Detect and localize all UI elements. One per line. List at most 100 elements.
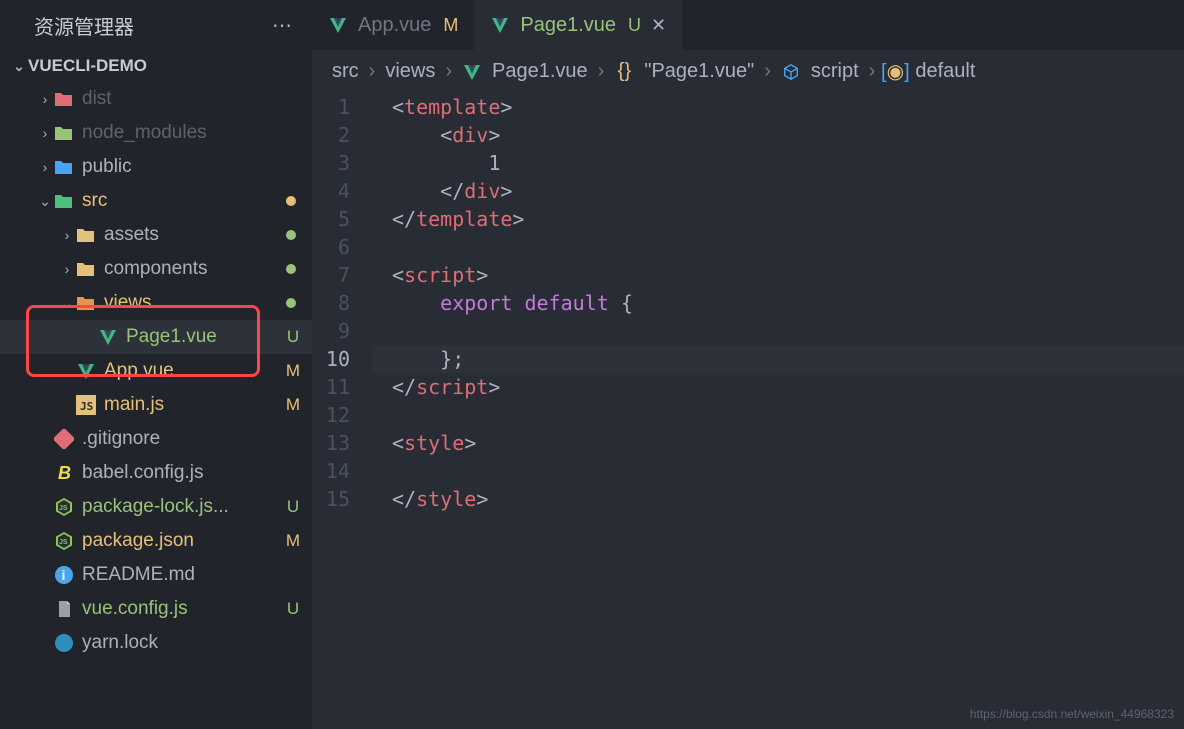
folder-components[interactable]: ›components [0,252,312,286]
chevron-down-icon: ⌄ [36,193,54,210]
git-icon [54,429,74,449]
folder-dist[interactable]: ›dist [0,82,312,116]
code-line[interactable] [372,317,1184,345]
close-icon[interactable]: ✕ [651,15,666,36]
brackets-icon: [◉] [885,62,905,82]
line-number: 10 [312,345,350,373]
file-babel-config-js[interactable]: Bbabel.config.js [0,456,312,490]
breadcrumb[interactable]: src›views›Page1.vue›{}"Page1.vue"›script… [312,50,1184,93]
file-package-lock-js-[interactable]: JSpackage-lock.js...U [0,490,312,524]
folder-src[interactable]: ⌄ src [0,184,312,218]
line-number: 4 [312,177,350,205]
item-label: node_modules [82,122,207,144]
code-content[interactable]: <template> <div> 1 </div></template> <sc… [372,93,1184,729]
line-number: 9 [312,317,350,345]
folder-yellow-icon [76,225,96,245]
code-line[interactable]: </style> [372,485,1184,513]
line-number: 15 [312,485,350,513]
folder-green-icon [54,123,74,143]
breadcrumb-item[interactable]: script [811,60,859,83]
watermark: https://blog.csdn.net/weixin_44968323 [970,707,1174,721]
line-number: 14 [312,457,350,485]
breadcrumb-item[interactable]: default [915,60,975,83]
code-line[interactable]: 1 [372,149,1184,177]
tab-page1-vue[interactable]: Page1.vueU✕ [474,0,682,50]
editor-area: App.vueMPage1.vueU✕ src › views › Page1.vue ›… [312,0,1184,729]
git-status: U [284,599,302,619]
file-page1-vue[interactable]: Page1.vueU [0,320,312,354]
code-line[interactable]: <div> [372,121,1184,149]
code-line[interactable]: <style> [372,429,1184,457]
git-dot [286,264,296,274]
line-number: 8 [312,289,350,317]
code-line[interactable]: export default { [372,289,1184,317]
svg-text:i: i [62,567,66,583]
tab-bar: App.vueMPage1.vueU✕ [312,0,1184,50]
cube-icon [781,62,801,82]
code-editor[interactable]: 123456789101112131415 <template> <div> 1… [312,93,1184,729]
code-line[interactable]: <script> [372,261,1184,289]
line-number: 2 [312,121,350,149]
chevron-right-icon: › [36,125,54,141]
line-number: 11 [312,373,350,401]
item-label: README.md [82,564,195,586]
breadcrumb-sep: › [869,60,876,83]
folder-blue-icon [54,157,74,177]
item-label: Page1.vue [126,326,217,348]
line-number: 12 [312,401,350,429]
chevron-right-icon: › [36,91,54,107]
chevron-right-icon: › [58,227,76,243]
more-icon[interactable]: ⋯ [272,13,294,38]
line-gutter: 123456789101112131415 [312,93,372,729]
file--gitignore[interactable]: .gitignore [0,422,312,456]
code-line[interactable]: </template> [372,205,1184,233]
code-line[interactable]: <template> [372,93,1184,121]
folder-views[interactable]: ⌄views [0,286,312,320]
item-label: package-lock.js... [82,496,229,518]
node-icon: JS [54,531,74,551]
folder-node_modules[interactable]: › node_modules [0,116,312,150]
node-icon: JS [54,497,74,517]
folder-assets[interactable]: › assets [0,218,312,252]
item-label: yarn.lock [82,632,158,654]
breadcrumb-sep: › [764,60,771,83]
breadcrumb-item[interactable]: "Page1.vue" [644,60,754,83]
git-dot [286,230,296,240]
project-header[interactable]: ⌄ VUECLI-DEMO [0,50,312,82]
breadcrumb-item[interactable]: Page1.vue [492,60,588,83]
folder-public[interactable]: ›public [0,150,312,184]
js-icon: JS [76,395,96,415]
code-line[interactable] [372,457,1184,485]
file-readme-md[interactable]: i README.md [0,558,312,592]
code-line[interactable] [372,401,1184,429]
code-line[interactable]: </div> [372,177,1184,205]
breadcrumb-sep: › [445,60,452,83]
file-vue-config-js[interactable]: vue.config.jsU [0,592,312,626]
file-app-vue[interactable]: App.vueM [0,354,312,388]
vue-icon [98,327,118,347]
item-label: main.js [104,394,164,416]
git-dot [286,298,296,308]
file-yarn-lock[interactable]: yarn.lock [0,626,312,660]
code-line[interactable]: </script> [372,373,1184,401]
svg-text:JS: JS [59,505,68,512]
explorer-title: 资源管理器 [34,11,134,40]
explorer-header: 资源管理器 ⋯ [0,0,312,50]
code-line[interactable]: }; [372,345,1184,373]
file-main-js[interactable]: JS main.js M [0,388,312,422]
vue-icon [76,361,96,381]
git-dot [286,196,296,206]
breadcrumb-item[interactable]: views [385,60,435,83]
code-line[interactable] [372,233,1184,261]
tab-app-vue[interactable]: App.vueM [312,0,474,50]
git-status: M [284,361,302,381]
project-name: VUECLI-DEMO [28,56,147,76]
item-label: assets [104,224,159,246]
git-status: M [284,395,302,415]
svg-text:B: B [58,463,71,483]
file-package-json[interactable]: JSpackage.jsonM [0,524,312,558]
item-label: public [82,156,132,178]
vue-icon [490,15,510,35]
breadcrumb-item[interactable]: src [332,60,359,83]
item-label: src [82,190,107,212]
